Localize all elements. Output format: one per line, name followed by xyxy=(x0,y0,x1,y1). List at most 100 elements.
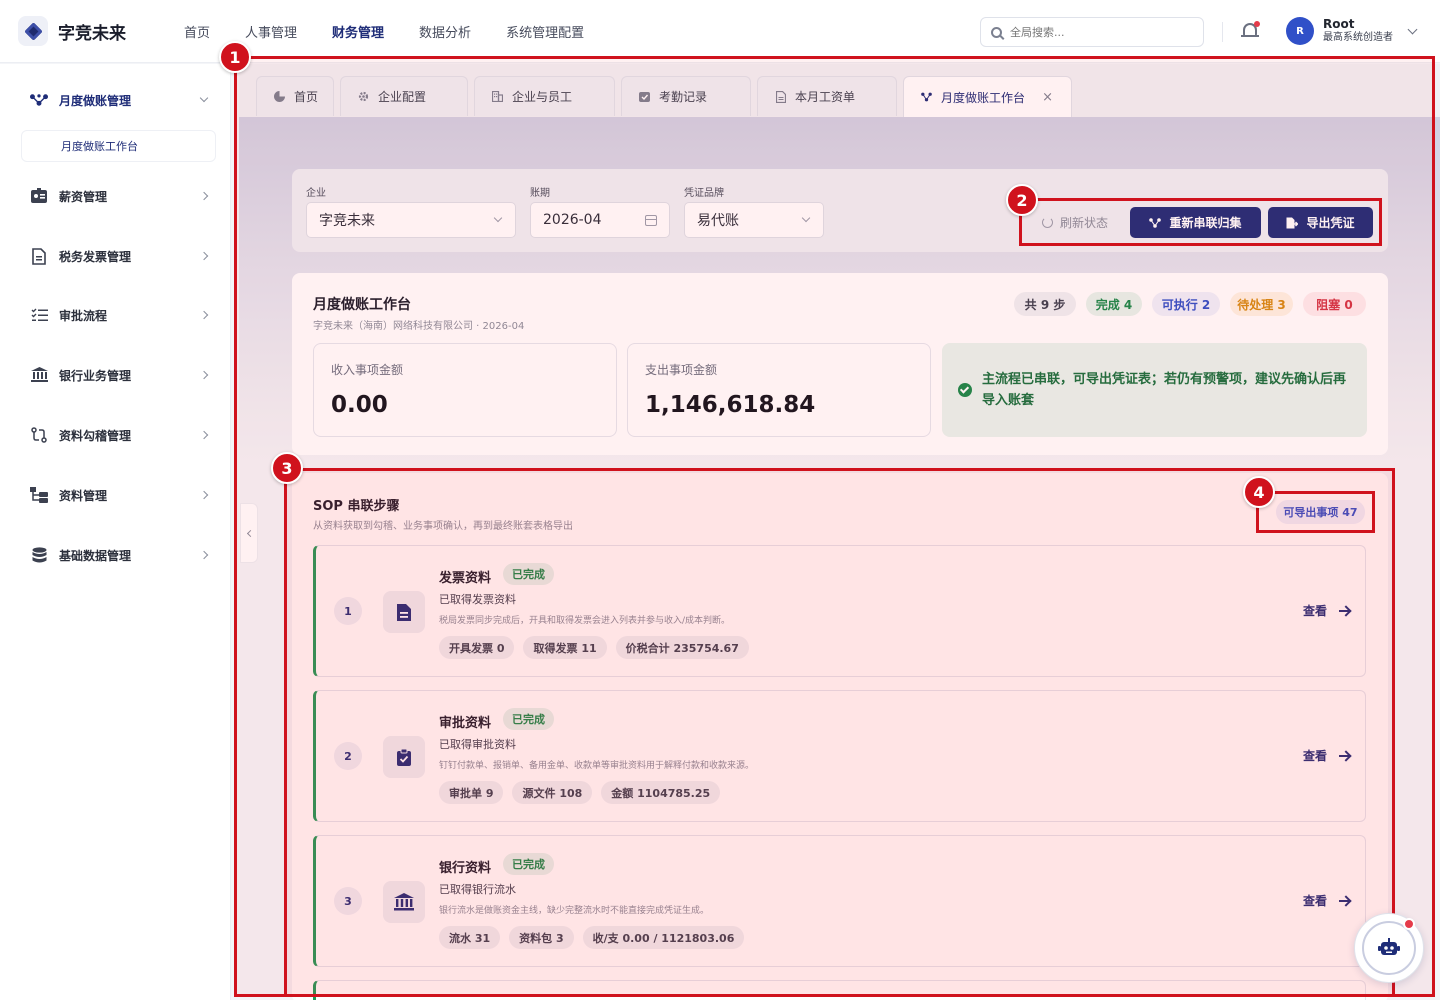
sidebar-item-materials[interactable]: 资料管理 xyxy=(0,475,231,515)
check-icon xyxy=(639,91,650,102)
tab-company-staff[interactable]: 企业与员工 xyxy=(474,76,615,116)
tab-home[interactable]: 首页 xyxy=(256,76,334,116)
user-role: 最高系统创造者 xyxy=(1323,32,1393,43)
chevron-right-icon xyxy=(199,430,209,440)
expense-metric: 支出事项金额 1,146,618.84 xyxy=(627,343,931,437)
view-invoice-button[interactable]: 查看 xyxy=(1303,602,1350,619)
search-icon xyxy=(991,26,1002,38)
search-input[interactable] xyxy=(1010,25,1180,39)
expense-label: 支出事项金额 xyxy=(645,363,718,377)
logo-text: 字竞未来 xyxy=(58,23,126,44)
sidebar-item-label: 审批流程 xyxy=(59,308,108,323)
assistant-robot-button[interactable] xyxy=(1354,913,1424,983)
global-search[interactable] xyxy=(980,17,1204,47)
document-icon xyxy=(30,247,48,265)
top-nav-home[interactable]: 首页 xyxy=(184,22,210,41)
sidebar-item-payroll[interactable]: 薪资管理 xyxy=(0,176,231,216)
cube-logo-icon xyxy=(18,16,48,46)
step-number: 2 xyxy=(334,742,362,770)
file-export-icon xyxy=(1286,217,1299,229)
view-label: 查看 xyxy=(1302,894,1327,908)
step-title: 银行资料 xyxy=(439,861,492,876)
sidebar-item-tax-invoice[interactable]: 税务发票管理 xyxy=(0,236,231,276)
sidebar-item-label: 资料管理 xyxy=(59,488,108,503)
nodes-icon xyxy=(30,91,48,109)
refresh-status-button[interactable]: 刷新状态 xyxy=(1042,207,1108,237)
sidebar-item-approval[interactable]: 审批流程 xyxy=(0,295,231,335)
period-value: 2026-04 xyxy=(543,212,602,228)
top-bar: 字竞未来 首页 人事管理 财务管理 数据分析 系统管理配置 R Root 最高系… xyxy=(0,0,1440,63)
period-picker[interactable]: 2026-04 xyxy=(530,202,670,238)
check-circle-icon xyxy=(958,383,972,397)
tab-attendance[interactable]: 考勤记录 xyxy=(621,76,751,116)
tab-label: 月度做账工作台 xyxy=(941,90,1026,105)
step-chip: 价税合计 235754.67 xyxy=(615,636,749,659)
tab-monthly-workbench[interactable]: 月度做账工作台 × xyxy=(903,76,1072,117)
tab-payslip[interactable]: 本月工资单 xyxy=(757,76,897,116)
tab-label: 考勤记录 xyxy=(659,90,708,104)
sidebar-subitem-workbench[interactable]: 月度做账工作台 xyxy=(21,130,216,162)
income-value: 0.00 xyxy=(331,392,388,418)
pill-blocked: 阻塞 0 xyxy=(1303,292,1366,316)
pie-icon xyxy=(274,91,285,102)
bank-icon xyxy=(30,366,48,384)
sidebar-item-bank[interactable]: 银行业务管理 xyxy=(0,355,231,395)
view-bank-button[interactable]: 查看 xyxy=(1303,892,1350,909)
period-label: 账期 xyxy=(530,188,550,199)
sidebar-collapse-toggle[interactable] xyxy=(240,503,258,563)
sidebar-item-reconcile[interactable]: 资料勾稽管理 xyxy=(0,415,231,455)
step-note: 税局发票同步完成后，开具和取得发票会进入列表并参与收入/成本判断。 xyxy=(439,616,731,626)
income-label: 收入事项金额 xyxy=(331,363,404,377)
notification-dot xyxy=(1403,918,1415,930)
divider xyxy=(1222,22,1223,42)
company-value: 字竞未来 xyxy=(319,213,375,229)
refresh-label: 刷新状态 xyxy=(1060,215,1109,230)
rebuild-link-button[interactable]: 重新串联归集 xyxy=(1130,207,1261,238)
sidebar-item-label: 银行业务管理 xyxy=(59,368,132,383)
step-desc: 已取得审批资料 xyxy=(439,738,516,751)
bell-icon[interactable] xyxy=(1241,21,1260,42)
gear-icon xyxy=(358,91,369,102)
summary-card: 月度做账工作台 字竞未来（海南）网络科技有限公司 · 2026-04 共 9 步… xyxy=(292,273,1388,455)
building-icon xyxy=(492,91,503,102)
step-title: 审批资料 xyxy=(439,716,492,731)
top-nav-analytics[interactable]: 数据分析 xyxy=(419,22,471,41)
company-select[interactable]: 字竞未来 xyxy=(306,202,516,238)
folder-tree-icon xyxy=(30,486,48,504)
exportable-count-badge[interactable]: 可导出事项 47 xyxy=(1276,500,1365,524)
sop-step-invoice: 1 发票资料 已完成 已取得发票资料 税局发票同步完成后，开具和取得发票会进入列… xyxy=(313,545,1366,677)
close-icon[interactable]: × xyxy=(1042,90,1053,105)
brand-select[interactable]: 易代账 xyxy=(684,202,824,238)
arrow-right-icon xyxy=(1339,609,1350,612)
arrow-right-icon xyxy=(1339,754,1350,757)
list-check-icon xyxy=(30,306,48,324)
sidebar-item-base-data[interactable]: 基础数据管理 xyxy=(0,535,231,575)
status-badge: 已完成 xyxy=(503,563,554,585)
chevron-right-icon xyxy=(199,310,209,320)
user-menu[interactable]: R Root 最高系统创造者 xyxy=(1286,17,1418,45)
chevron-right-icon xyxy=(199,251,209,261)
calendar-icon xyxy=(645,214,657,226)
brand-value: 易代账 xyxy=(697,213,739,229)
view-approval-button[interactable]: 查看 xyxy=(1303,747,1350,764)
top-nav-hr[interactable]: 人事管理 xyxy=(245,22,297,41)
tab-company-config[interactable]: 企业配置 xyxy=(340,76,468,116)
chevron-left-icon xyxy=(246,529,254,537)
sidebar-item-label: 资料勾稽管理 xyxy=(59,428,132,443)
top-nav-finance[interactable]: 财务管理 xyxy=(332,22,384,41)
database-icon xyxy=(30,546,48,564)
export-voucher-button[interactable]: 导出凭证 xyxy=(1268,207,1373,238)
logo[interactable]: 字竞未来 xyxy=(18,16,168,46)
bank-icon xyxy=(383,881,425,923)
sidebar-item-label: 月度做账管理 xyxy=(59,93,132,108)
doc-icon xyxy=(775,90,786,103)
sidebar-item-monthly-accounting[interactable]: 月度做账管理 xyxy=(0,80,231,120)
top-nav-system[interactable]: 系统管理配置 xyxy=(506,22,584,41)
sidebar-item-label: 薪资管理 xyxy=(59,189,108,204)
sop-step-approval: 2 审批资料 已完成 已取得审批资料 钉钉付款单、报销单、备用金单、收款单等审批… xyxy=(313,690,1366,822)
pill-total: 共 9 步 xyxy=(1014,292,1076,316)
step-chip: 资料包 3 xyxy=(509,926,574,949)
step-desc: 已取得发票资料 xyxy=(439,593,516,606)
step-title: 发票资料 xyxy=(439,571,492,586)
sop-title: SOP 串联步骤 xyxy=(313,499,400,514)
